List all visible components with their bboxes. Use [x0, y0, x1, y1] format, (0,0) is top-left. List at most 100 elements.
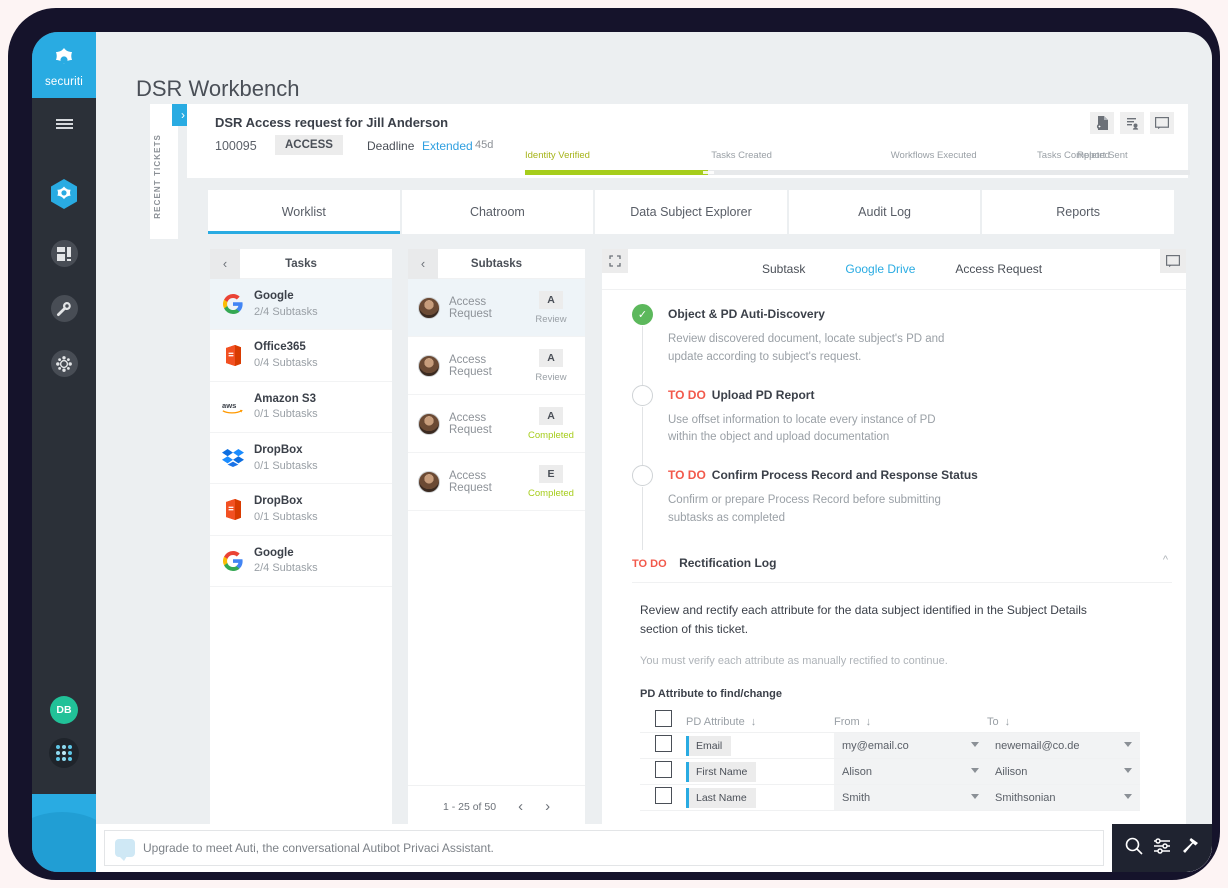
tab-data-subject-explorer[interactable]: Data Subject Explorer — [595, 190, 787, 234]
app-grid-icon[interactable] — [49, 738, 79, 768]
breadcrumb-item-subtask[interactable]: Subtask — [762, 262, 805, 276]
tab-worklist[interactable]: Worklist — [208, 190, 400, 234]
subtask-detail-header: Subtask Google Drive Access Request — [602, 249, 1186, 290]
task-list-item[interactable]: aws Amazon S3 0/1 Subtasks — [210, 382, 392, 434]
chevron-left-icon[interactable]: ‹ — [210, 248, 240, 279]
col-from[interactable]: From ↓ — [834, 710, 987, 733]
avatar[interactable]: DB — [50, 696, 78, 724]
task-list-item[interactable]: DropBox 0/1 Subtasks — [210, 433, 392, 485]
col-from-label: From — [834, 716, 860, 729]
from-select[interactable]: Smith — [834, 785, 987, 811]
sidebar-item-settings[interactable] — [32, 343, 96, 384]
subtask-step[interactable]: TO DO Upload PD Report Use offset informat… — [632, 384, 1186, 466]
aws-icon: aws — [222, 396, 244, 418]
rail-bottom-block: DB — [32, 696, 96, 872]
step-connector — [642, 326, 643, 385]
step-title-row: TO DO Confirm Process Record and Response… — [668, 465, 1186, 486]
sidebar-item-privaci[interactable] — [32, 174, 96, 215]
assistant-input[interactable]: Upgrade to meet Auti, the conversational… — [104, 830, 1104, 866]
tab-audit-log[interactable]: Audit Log — [788, 190, 981, 234]
pagination-prev-icon[interactable]: ‹ — [518, 798, 523, 815]
task-list-item[interactable]: Google 2/4 Subtasks — [210, 279, 392, 331]
sidebar-item-dashboard[interactable] — [32, 233, 96, 274]
subtask-step[interactable]: TO DO Confirm Process Record and Response… — [632, 465, 1186, 550]
google-icon — [222, 293, 244, 315]
hamburger-icon[interactable] — [32, 98, 96, 150]
tab-reports[interactable]: Reports — [982, 190, 1174, 234]
row-checkbox[interactable] — [654, 786, 672, 804]
subtask-list-item[interactable]: Access Request A Review — [408, 279, 585, 337]
rectification-table-label: PD Attribute to find/change — [640, 688, 782, 701]
empty-circle-icon[interactable] — [632, 384, 653, 406]
rail-wave-decoration — [32, 794, 96, 872]
from-select[interactable]: Alison — [834, 759, 987, 785]
breadcrumb-item-access-request[interactable]: Access Request — [955, 262, 1042, 276]
task-subtask-count: 0/1 Subtasks — [254, 408, 318, 421]
table-row[interactable]: First Name Alison Ailison — [640, 759, 1140, 785]
search-icon[interactable] — [1124, 836, 1144, 861]
avatar — [418, 470, 440, 493]
subtask-badge: E — [539, 465, 563, 483]
attribute-pill: First Name — [686, 761, 757, 782]
task-list-item[interactable]: Office365 0/4 Subtasks — [210, 330, 392, 382]
hammer-icon[interactable] — [1180, 836, 1200, 861]
sort-down-icon[interactable]: ↓ — [866, 716, 872, 728]
to-select[interactable]: Smithsonian — [987, 785, 1140, 811]
sort-down-icon[interactable]: ↓ — [751, 716, 757, 728]
to-cell: newemail@co.de — [987, 733, 1140, 759]
subtask-steps-list: ✓ Object & PD Auti-Discovery Review discov… — [602, 290, 1186, 550]
rectification-log-header[interactable]: TO DO Rectification Log ^ — [632, 550, 1172, 583]
row-checkbox[interactable] — [654, 760, 672, 778]
comment-icon[interactable] — [1160, 249, 1186, 273]
svg-text:aws: aws — [222, 401, 236, 410]
google-icon — [222, 550, 244, 572]
subtask-badge: A — [539, 407, 563, 425]
subtask-list-item[interactable]: Access Request E Completed — [408, 453, 585, 511]
to-select[interactable]: newemail@co.de — [987, 733, 1140, 759]
tasks-panel-header: ‹ Tasks — [210, 248, 392, 279]
subtask-list-item[interactable]: Access Request A Completed — [408, 395, 585, 453]
document-add-icon[interactable] — [1090, 112, 1114, 134]
col-to[interactable]: To ↓ — [987, 710, 1140, 733]
breadcrumb-item-google-drive[interactable]: Google Drive — [845, 262, 915, 276]
task-list-item[interactable]: DropBox 0/1 Subtasks — [210, 484, 392, 536]
row-checkbox[interactable] — [654, 734, 672, 752]
table-row[interactable]: Email my@email.co newemail@co.de — [640, 733, 1140, 759]
task-list-item[interactable]: Google 2/4 Subtasks — [210, 536, 392, 588]
sort-down-icon[interactable]: ↓ — [1005, 716, 1011, 728]
rectification-title: Rectification Log — [679, 555, 777, 570]
filter-sliders-icon[interactable] — [1152, 836, 1172, 861]
brand-logo-block[interactable]: securiti — [32, 32, 96, 98]
subtask-name: Access Request — [449, 295, 492, 320]
assign-user-icon[interactable] — [1120, 112, 1144, 134]
progress-step-labels: Identity Verified Tasks Created Workflows … — [525, 150, 1190, 166]
task-subtask-count: 0/4 Subtasks — [254, 356, 318, 369]
recent-tickets-tab[interactable]: › RECENT TICKETS — [150, 104, 194, 239]
row-select-cell — [640, 759, 686, 785]
subtask-name: Access Request — [449, 411, 492, 436]
to-select[interactable]: Ailison — [987, 759, 1140, 785]
check-circle-icon[interactable]: ✓ — [632, 304, 653, 325]
chevron-left-icon[interactable]: ‹ — [408, 248, 438, 279]
task-name: Google — [254, 546, 294, 559]
subtask-step[interactable]: ✓ Object & PD Auti-Discovery Review discov… — [632, 304, 1186, 385]
expand-fullscreen-icon[interactable] — [602, 249, 628, 273]
select-all-checkbox[interactable] — [654, 710, 672, 728]
from-value: my@email.co — [842, 739, 909, 752]
table-row[interactable]: Last Name Smith Smithsonian — [640, 785, 1140, 811]
comment-icon[interactable] — [1150, 112, 1174, 134]
pagination-next-icon[interactable]: › — [545, 798, 550, 815]
subtask-list-item[interactable]: Access Request A Review — [408, 337, 585, 395]
bottom-tool-buttons — [1112, 824, 1212, 872]
col-pd-attribute[interactable]: PD Attribute ↓ — [686, 710, 834, 733]
step-description: Review discovered document, locate subje… — [668, 333, 945, 363]
sidebar-item-tools[interactable] — [32, 288, 96, 329]
tab-label: Data Subject Explorer — [630, 205, 752, 219]
step-todo-tag: TO DO — [668, 387, 706, 402]
attribute-cell: Email — [686, 733, 834, 759]
chevron-up-icon[interactable]: ^ — [1163, 554, 1168, 566]
from-select[interactable]: my@email.co — [834, 733, 987, 759]
empty-circle-icon[interactable] — [632, 465, 653, 487]
deadline-status-link[interactable]: Extended — [422, 139, 473, 153]
tab-chatroom[interactable]: Chatroom — [401, 190, 594, 234]
